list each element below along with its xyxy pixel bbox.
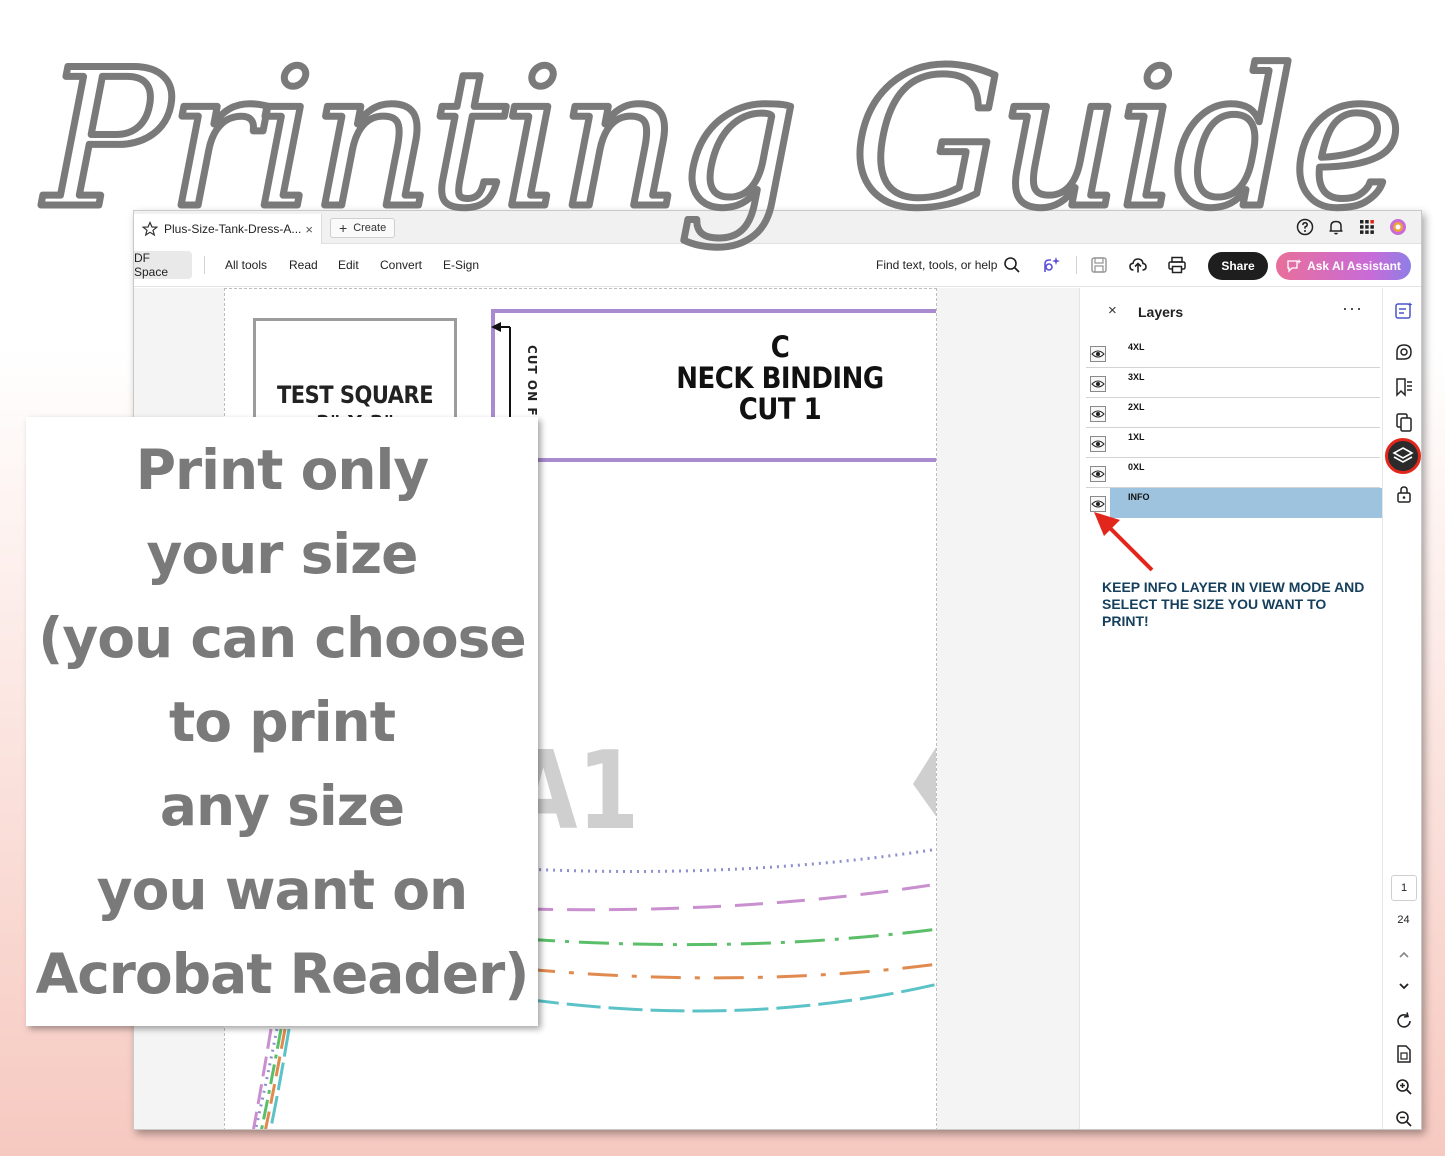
edit-pdf-icon[interactable] — [1394, 301, 1414, 321]
grainline-marker — [913, 747, 936, 817]
print-icon[interactable] — [1167, 255, 1187, 275]
toolbar-divider — [204, 256, 205, 274]
create-button[interactable]: + Create — [330, 218, 396, 238]
lock-icon[interactable] — [1394, 484, 1414, 504]
pages-icon[interactable] — [1394, 412, 1414, 432]
info-line: Acrobat Reader) — [35, 941, 530, 1006]
layer-name: INFO — [1128, 492, 1150, 502]
pdf-space-button[interactable]: DF Space — [134, 251, 192, 279]
layers-panel: × Layers ··· 4XL 3XL 2XL 1XL 0XL INFO KE… — [1080, 288, 1382, 1129]
size-line-3xl — [524, 882, 936, 912]
plus-icon: + — [339, 220, 348, 236]
menu-edit[interactable]: Edit — [338, 258, 359, 272]
close-layers-icon[interactable]: × — [1108, 302, 1117, 319]
layer-row-2xl[interactable]: 2XL — [1086, 398, 1380, 428]
page-fit-icon[interactable] — [1394, 1044, 1414, 1064]
bell-icon[interactable] — [1327, 218, 1345, 236]
find-text-button[interactable]: Find text, tools, or help — [876, 258, 997, 272]
document-tab-name: Plus-Size-Tank-Dress-A... — [164, 222, 302, 236]
comment-icon[interactable] — [1394, 342, 1414, 362]
ai-assistant-icon — [1287, 259, 1302, 273]
ai-tools-icon[interactable] — [1042, 255, 1062, 275]
bookmark-icon[interactable] — [1394, 377, 1414, 397]
layer-name: 3XL — [1128, 372, 1145, 382]
eye-icon[interactable] — [1090, 406, 1106, 422]
right-rail: 1 24 — [1382, 288, 1421, 1129]
save-icon[interactable] — [1089, 255, 1109, 275]
layers-button-active[interactable] — [1385, 438, 1421, 474]
more-options-icon[interactable]: ··· — [1342, 298, 1363, 319]
eye-icon[interactable] — [1090, 466, 1106, 482]
main-toolbar: DF Space All tools Read Edit Convert E-S… — [134, 244, 1421, 287]
search-icon[interactable] — [1002, 255, 1022, 275]
ask-ai-assistant-button[interactable]: Ask AI Assistant — [1276, 252, 1411, 280]
menu-convert[interactable]: Convert — [380, 258, 422, 272]
eye-icon[interactable] — [1090, 376, 1106, 392]
layer-name: 0XL — [1128, 462, 1145, 472]
toolbar-divider — [1076, 256, 1077, 274]
chevron-down-icon[interactable] — [1394, 976, 1414, 996]
print-info-text: Print only your size (you can choose to … — [35, 428, 530, 1016]
info-line: you want on — [96, 857, 468, 922]
eye-icon[interactable] — [1090, 346, 1106, 362]
close-tab-icon[interactable]: × — [305, 222, 313, 237]
info-line: your size — [146, 521, 419, 586]
current-page-field[interactable]: 1 — [1391, 875, 1417, 901]
layers-title: Layers — [1138, 304, 1184, 320]
info-line: to print — [168, 689, 396, 754]
rotate-icon[interactable] — [1394, 1011, 1414, 1031]
layer-row-3xl[interactable]: 3XL — [1086, 368, 1380, 398]
zoom-out-icon[interactable] — [1394, 1109, 1414, 1129]
menu-all-tools[interactable]: All tools — [225, 258, 267, 272]
chevron-up-icon[interactable] — [1394, 945, 1414, 965]
layers-icon — [1392, 447, 1414, 463]
size-line-1xl — [524, 962, 936, 980]
zoom-in-icon[interactable] — [1394, 1077, 1414, 1097]
document-tab[interactable]: Plus-Size-Tank-Dress-A... × — [134, 214, 322, 244]
layer-row-4xl[interactable]: 4XL — [1086, 338, 1380, 368]
info-line: (you can choose — [38, 605, 526, 670]
help-icon[interactable] — [1296, 218, 1314, 236]
eye-icon[interactable] — [1090, 436, 1106, 452]
arrow-shaft — [1100, 518, 1154, 572]
menu-e-sign[interactable]: E-Sign — [443, 258, 479, 272]
ask-ai-label: Ask AI Assistant — [1307, 259, 1401, 273]
layer-name: 2XL — [1128, 402, 1145, 412]
print-info-card: Print only your size (you can choose to … — [26, 417, 538, 1026]
info-line: Print only — [135, 437, 430, 502]
layer-row-1xl[interactable]: 1XL — [1086, 428, 1380, 458]
layer-row-0xl[interactable]: 0XL — [1086, 458, 1380, 488]
size-line-2xl — [524, 927, 936, 947]
size-line-0xl — [524, 982, 936, 1013]
fold-arrow-head — [491, 322, 501, 332]
cloud-upload-icon[interactable] — [1128, 255, 1148, 275]
menu-read[interactable]: Read — [289, 258, 318, 272]
share-button[interactable]: Share — [1208, 252, 1268, 280]
creative-cloud-icon[interactable] — [1389, 218, 1407, 236]
layer-name: 1XL — [1128, 432, 1145, 442]
instruction-text: KEEP INFO LAYER IN VIEW MODE AND SELECT … — [1102, 579, 1365, 629]
size-line-4xl — [524, 847, 936, 873]
tab-bar: Plus-Size-Tank-Dress-A... × + Create — [134, 211, 1421, 244]
layer-row-info[interactable]: INFO — [1086, 488, 1382, 518]
total-pages: 24 — [1397, 914, 1410, 926]
star-icon[interactable] — [142, 221, 158, 237]
side-line — [260, 1028, 283, 1129]
info-line: any size — [159, 773, 405, 838]
apps-grid-icon[interactable] — [1358, 218, 1376, 236]
layer-name: 4XL — [1128, 342, 1145, 352]
layer-selection-highlight — [1110, 488, 1382, 518]
create-label: Create — [353, 222, 387, 234]
eye-icon[interactable] — [1090, 496, 1106, 512]
